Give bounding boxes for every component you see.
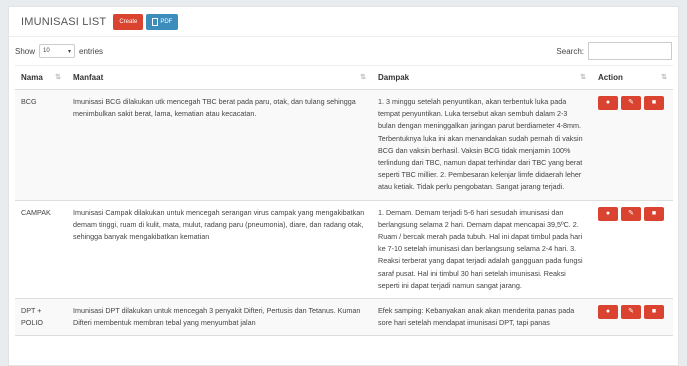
cell-nama: DPT + POLIO bbox=[15, 298, 67, 337]
imunisasi-panel: IMUNISASI LIST Create PDF Show 10 ▾ entr… bbox=[8, 6, 679, 366]
cell-action: ● ✎ ■ bbox=[592, 298, 673, 337]
cell-dampak: 1. Demam. Demam terjadi 5-6 hari sesudah… bbox=[372, 200, 592, 300]
trash-icon: ■ bbox=[651, 209, 657, 217]
entries-label: entries bbox=[79, 46, 104, 56]
view-button[interactable]: ● bbox=[598, 96, 618, 110]
view-button[interactable]: ● bbox=[598, 206, 618, 221]
imunisasi-table: Nama ⇅ Manfaat ⇅ Dampak ⇅ Action ⇅ BCG Imuni… bbox=[15, 65, 673, 337]
sort-icon: ⇅ bbox=[661, 74, 667, 81]
cell-nama: CAMPAK bbox=[15, 200, 67, 300]
edit-icon: ✎ bbox=[628, 209, 634, 217]
delete-button[interactable]: ■ bbox=[644, 206, 664, 221]
sort-asc-icon: ⇅ bbox=[55, 74, 61, 81]
panel-header: IMUNISASI LIST Create PDF bbox=[9, 7, 678, 37]
search-control: Search: bbox=[556, 42, 672, 60]
edit-icon: ✎ bbox=[628, 98, 634, 106]
table-row: CAMPAK Imunisasi Campak dilakukan untuk … bbox=[15, 200, 673, 300]
show-label: Show bbox=[15, 46, 36, 56]
cell-manfaat: Imunisasi BCG dilakukan utk mencegah TBC… bbox=[67, 89, 372, 201]
search-input[interactable] bbox=[588, 42, 672, 60]
edit-button[interactable]: ✎ bbox=[621, 96, 641, 110]
edit-icon: ✎ bbox=[628, 307, 634, 315]
chevron-down-icon: ▾ bbox=[68, 48, 72, 55]
cell-manfaat: Imunisasi DPT dilakukan untuk mencegah 3… bbox=[67, 298, 372, 337]
edit-button[interactable]: ✎ bbox=[621, 206, 641, 221]
create-button[interactable]: Create bbox=[113, 13, 144, 30]
pdf-button[interactable]: PDF bbox=[146, 13, 179, 30]
cell-dampak: Efek samping: Kebanyakan anak akan mende… bbox=[372, 298, 592, 337]
table-row: DPT + POLIO Imunisasi DPT dilakukan untu… bbox=[15, 298, 673, 337]
search-label: Search: bbox=[556, 46, 584, 56]
table-controls: Show 10 ▾ entries Search: bbox=[9, 37, 678, 65]
column-header-dampak[interactable]: Dampak ⇅ bbox=[372, 65, 592, 90]
entries-select[interactable]: 10 ▾ bbox=[39, 44, 76, 58]
eye-icon: ● bbox=[605, 209, 611, 217]
entries-control: Show 10 ▾ entries bbox=[15, 44, 103, 58]
table-header-row: Nama ⇅ Manfaat ⇅ Dampak ⇅ Action ⇅ bbox=[15, 65, 673, 90]
sort-icon: ⇅ bbox=[580, 74, 586, 81]
cell-action: ● ✎ ■ bbox=[592, 89, 673, 201]
cell-action: ● ✎ ■ bbox=[592, 200, 673, 300]
page-title: IMUNISASI LIST bbox=[21, 15, 107, 28]
table-row: BCG Imunisasi BCG dilakukan utk mencegah… bbox=[15, 89, 673, 201]
pdf-label: PDF bbox=[160, 18, 173, 25]
trash-icon: ■ bbox=[651, 98, 657, 106]
entries-value: 10 bbox=[43, 48, 50, 54]
cell-nama: BCG bbox=[15, 89, 67, 201]
delete-button[interactable]: ■ bbox=[644, 96, 664, 110]
column-header-manfaat[interactable]: Manfaat ⇅ bbox=[67, 65, 372, 90]
trash-icon: ■ bbox=[651, 307, 657, 315]
delete-button[interactable]: ■ bbox=[644, 305, 664, 320]
view-button[interactable]: ● bbox=[598, 305, 618, 320]
pdf-icon bbox=[152, 17, 159, 26]
eye-icon: ● bbox=[605, 98, 611, 106]
column-header-nama[interactable]: Nama ⇅ bbox=[15, 65, 67, 90]
sort-icon: ⇅ bbox=[360, 74, 366, 81]
edit-button[interactable]: ✎ bbox=[621, 305, 641, 320]
eye-icon: ● bbox=[605, 307, 611, 315]
cell-manfaat: Imunisasi Campak dilakukan untuk mencega… bbox=[67, 200, 372, 300]
cell-dampak: 1. 3 minggu setelah penyuntikan, akan te… bbox=[372, 89, 592, 201]
column-header-action[interactable]: Action ⇅ bbox=[592, 65, 673, 90]
